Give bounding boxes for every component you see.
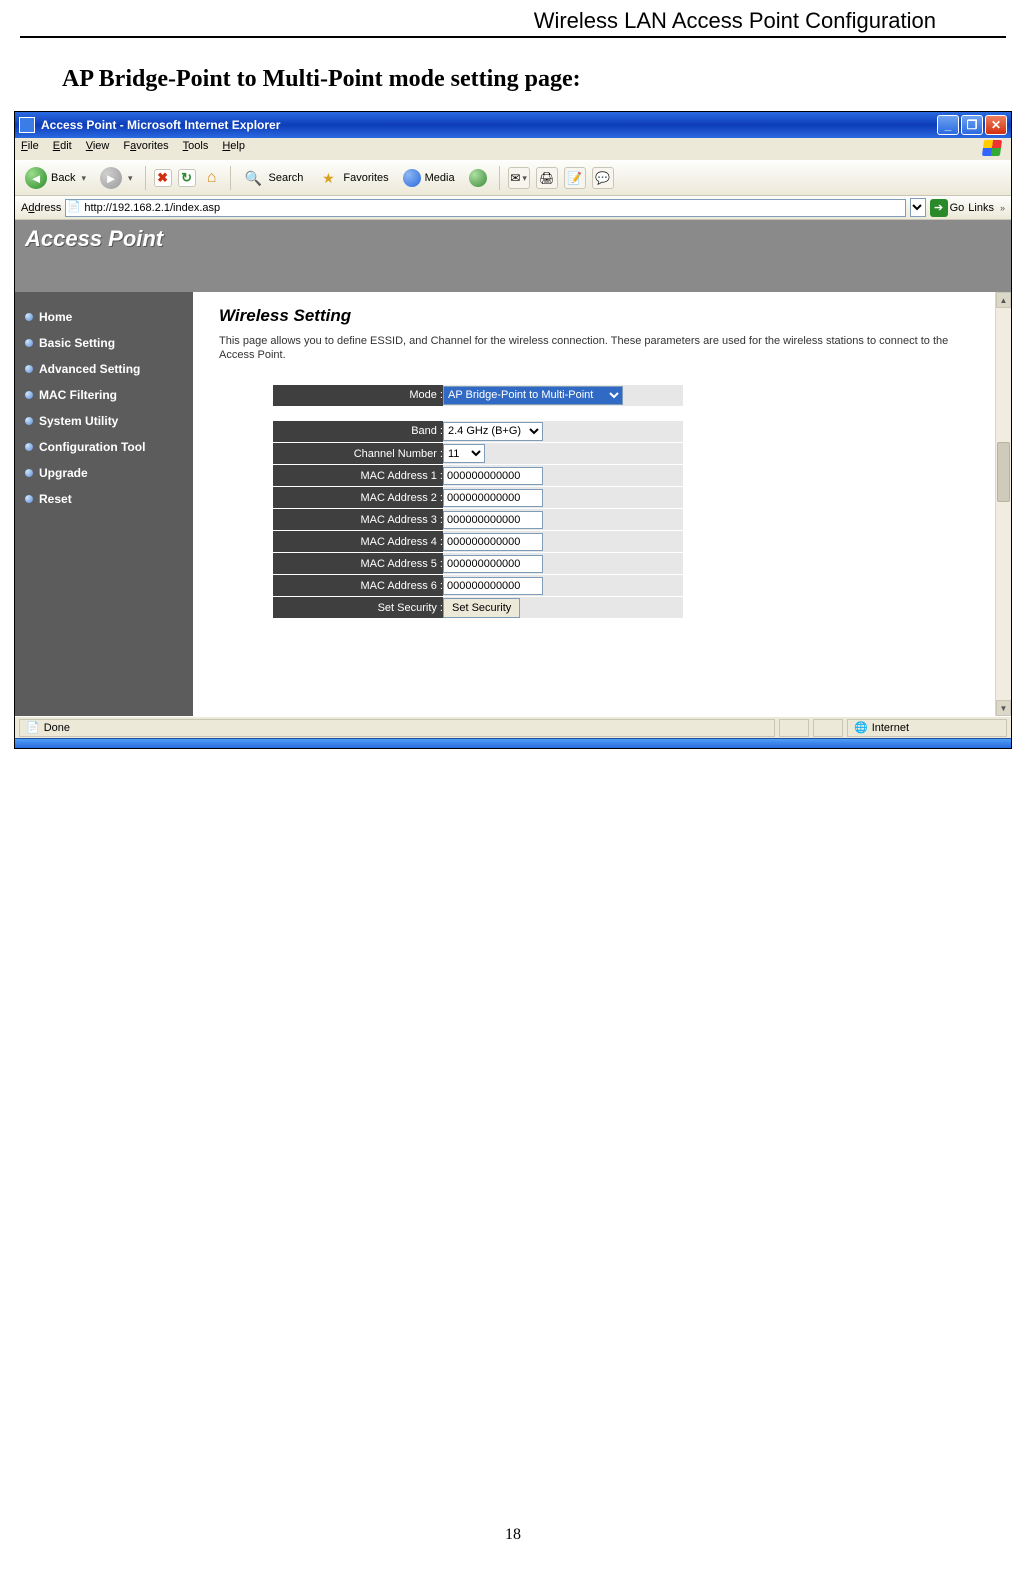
discuss-button[interactable]: 💬 [592, 167, 614, 189]
scroll-up-icon[interactable]: ▲ [996, 292, 1011, 308]
menu-bar: File Edit View Favorites Tools Help [15, 138, 1011, 160]
vertical-scrollbar[interactable]: ▲ ▼ [995, 292, 1011, 716]
sidebar-item-reset[interactable]: Reset [23, 486, 185, 512]
channel-label: Channel Number : [273, 443, 443, 465]
mac6-label: MAC Address 6 : [273, 575, 443, 597]
bullet-icon [25, 339, 33, 347]
status-page-icon: 📄 [26, 721, 40, 734]
bullet-icon [25, 495, 33, 503]
mail-button[interactable]: ✉▾ [508, 167, 530, 189]
taskbar-strip [15, 738, 1011, 748]
internet-zone-icon: 🌐 [854, 721, 868, 734]
sidebar-nav: Home Basic Setting Advanced Setting MAC … [15, 292, 193, 716]
stop-button[interactable]: ✖ [154, 169, 172, 187]
minimize-button[interactable]: _ [937, 115, 959, 135]
bullet-icon [25, 391, 33, 399]
zone-text: Internet [872, 722, 909, 734]
maximize-button[interactable]: ❐ [961, 115, 983, 135]
mac1-label: MAC Address 1 : [273, 465, 443, 487]
menu-file[interactable]: File [21, 140, 39, 158]
media-button[interactable]: Media [399, 167, 459, 189]
sidebar-item-basic-setting[interactable]: Basic Setting [23, 330, 185, 356]
sidebar-item-advanced-setting[interactable]: Advanced Setting [23, 356, 185, 382]
address-bar: Address ➔Go Links » [15, 196, 1011, 220]
edit-button[interactable]: 📝 [564, 167, 586, 189]
mac2-input[interactable] [443, 489, 543, 507]
history-button[interactable] [465, 167, 491, 189]
address-input[interactable] [65, 199, 905, 217]
band-label: Band : [273, 421, 443, 443]
status-text: Done [44, 722, 70, 734]
toolbar: ◄Back▾ ►▾ ✖ ↻ ⌂ 🔍Search ★Favorites Media… [15, 160, 1011, 196]
window-titlebar: Access Point - Microsoft Internet Explor… [15, 112, 1011, 138]
mac5-label: MAC Address 5 : [273, 553, 443, 575]
menu-tools[interactable]: Tools [183, 140, 209, 158]
forward-button[interactable]: ►▾ [96, 165, 137, 191]
mac2-label: MAC Address 2 : [273, 487, 443, 509]
window-title: Access Point - Microsoft Internet Explor… [41, 118, 937, 132]
main-content: Wireless Setting This page allows you to… [193, 292, 1011, 716]
sidebar-item-home[interactable]: Home [23, 304, 185, 330]
refresh-button[interactable]: ↻ [178, 169, 196, 187]
address-label: Address [21, 202, 61, 214]
bullet-icon [25, 313, 33, 321]
menu-view[interactable]: View [86, 140, 110, 158]
links-label[interactable]: Links [968, 202, 994, 214]
document-header: Wireless LAN Access Point Configuration [20, 0, 1006, 38]
menu-favorites[interactable]: Favorites [123, 140, 168, 158]
print-button[interactable]: 🖨 [536, 167, 558, 189]
mac4-input[interactable] [443, 533, 543, 551]
mac1-input[interactable] [443, 467, 543, 485]
mac5-input[interactable] [443, 555, 543, 573]
address-dropdown[interactable] [910, 198, 926, 217]
bullet-icon [25, 365, 33, 373]
page-banner: Access Point [15, 220, 1011, 292]
app-icon [19, 117, 35, 133]
channel-select[interactable]: 11 [443, 444, 485, 463]
sidebar-item-configuration-tool[interactable]: Configuration Tool [23, 434, 185, 460]
banner-title: Access Point [25, 226, 1001, 252]
browser-window: Access Point - Microsoft Internet Explor… [14, 111, 1012, 749]
home-button[interactable]: ⌂ [202, 168, 222, 188]
band-select[interactable]: 2.4 GHz (B+G) [443, 422, 543, 441]
mode-select[interactable]: AP Bridge-Point to Multi-Point [443, 386, 623, 405]
go-button[interactable]: ➔Go [930, 199, 965, 217]
sidebar-item-mac-filtering[interactable]: MAC Filtering [23, 382, 185, 408]
search-button[interactable]: 🔍Search [239, 165, 308, 191]
favorites-button[interactable]: ★Favorites [313, 165, 392, 191]
scroll-down-icon[interactable]: ▼ [996, 700, 1011, 716]
security-label: Set Security : [273, 597, 443, 619]
menu-help[interactable]: Help [222, 140, 245, 158]
page-number: 18 [0, 1526, 1026, 1544]
mac6-input[interactable] [443, 577, 543, 595]
scroll-thumb[interactable] [997, 442, 1010, 502]
close-button[interactable]: ✕ [985, 115, 1007, 135]
set-security-button[interactable]: Set Security [443, 598, 520, 618]
mac3-input[interactable] [443, 511, 543, 529]
sidebar-item-upgrade[interactable]: Upgrade [23, 460, 185, 486]
menu-edit[interactable]: Edit [53, 140, 72, 158]
sidebar-item-system-utility[interactable]: System Utility [23, 408, 185, 434]
mac4-label: MAC Address 4 : [273, 531, 443, 553]
bullet-icon [25, 443, 33, 451]
bullet-icon [25, 469, 33, 477]
page-description: This page allows you to define ESSID, an… [219, 334, 985, 363]
bullet-icon [25, 417, 33, 425]
mode-label: Mode : [273, 385, 443, 407]
document-title: AP Bridge-Point to Multi-Point mode sett… [62, 66, 1026, 93]
settings-form: Mode : AP Bridge-Point to Multi-Point Ba… [273, 385, 683, 620]
windows-flag-icon [983, 140, 1005, 158]
page-heading: Wireless Setting [219, 306, 985, 326]
back-button[interactable]: ◄Back▾ [21, 165, 90, 191]
mac3-label: MAC Address 3 : [273, 509, 443, 531]
status-bar: 📄 Done 🌐 Internet [15, 716, 1011, 738]
